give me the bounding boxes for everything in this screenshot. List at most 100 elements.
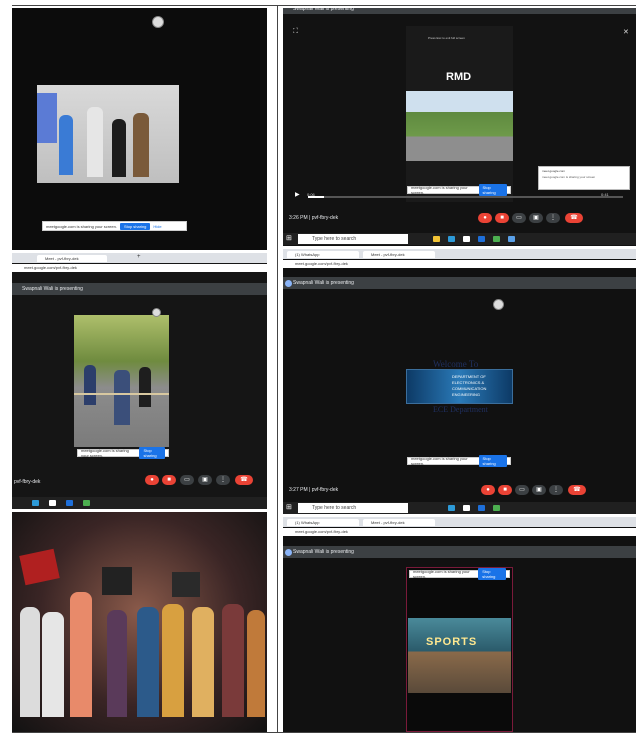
taskbar-search-input[interactable]: Type here to search [298,234,408,244]
panel-meet-welcome: (1) WhatsApp Meet - pvf-fbry-dek meet.go… [283,249,636,514]
captions-icon-4[interactable]: ▭ [515,485,529,495]
tab-meet-4[interactable]: Meet - pvf-fbry-dek [363,251,435,258]
end-call-icon-4[interactable]: ☎ [568,485,586,495]
mail-icon[interactable] [478,236,485,242]
stop-sharing-button[interactable]: Stop sharing [119,222,151,230]
mic-off-icon[interactable]: ● [478,213,492,223]
tab-meet-6[interactable]: Meet - pvf-fbry-dek [363,519,435,526]
sports-video-frame: meetgoogle.com is sharing your screen. S… [406,567,513,732]
stop-sharing-button-6[interactable]: Stop sharing [478,568,506,580]
meeting-code: pvf-fbry-dek [311,215,339,221]
file-explorer-icon[interactable] [433,236,440,242]
video-progress-bar[interactable] [308,196,623,198]
new-tab-icon[interactable]: + [137,254,141,260]
tab-whatsapp[interactable]: (1) WhatsApp [287,251,359,258]
more-options-icon[interactable]: ⋮ [546,213,560,223]
clip-time-left: 0:06 [307,192,315,197]
address-bar-4[interactable]: meet.google.com/pvf-fbry-dek [283,260,636,268]
more-options-icon-3[interactable]: ⋮ [216,475,230,485]
store-icon[interactable] [463,236,470,242]
store-icon-4[interactable] [463,505,470,511]
present-icon-3[interactable]: ▣ [198,475,212,485]
chrome-icon-4[interactable] [493,505,500,511]
meeting-code-4: pvf-fbry-dek [311,487,339,493]
store-icon-3[interactable] [49,500,56,506]
dept-line-2: ELECTRONICS & [452,380,485,385]
group-photo [37,85,179,183]
sports-sign: SPORTS [426,636,478,648]
dept-line-3: COMMUNICATION [452,386,487,391]
stop-sharing-button-3[interactable]: Stop sharing [139,447,165,459]
edge-icon[interactable] [448,236,455,242]
person-3 [112,119,126,177]
marvel-poster [19,548,60,586]
notification-title: meet.google.com [542,169,566,173]
panel-meet-tug-of-war: Meet - pvf-fbry-dek + meet.google.com/pv… [12,253,267,509]
poster-3 [172,572,200,597]
captions-icon-3[interactable]: ▭ [180,475,194,485]
browser-tabstrip-4: (1) WhatsApp Meet - pvf-fbry-dek [283,249,636,259]
captions-icon[interactable]: ▭ [512,213,526,223]
stop-sharing-button-2[interactable]: Stop sharing [478,184,507,196]
presenting-banner-6: Swapnali Wali is presenting [283,546,636,558]
mic-off-icon-4[interactable]: ● [481,485,495,495]
staff-5 [137,607,159,717]
staff-2 [42,612,64,717]
close-icon[interactable]: ✕ [623,28,629,36]
chrome-icon[interactable] [493,236,500,242]
video-overlay-text: RMD [446,71,472,83]
tab-whatsapp-6[interactable]: (1) WhatsApp [287,519,359,526]
edge-icon-4[interactable] [448,505,455,511]
dept-caption: ECE Department [433,405,488,414]
taskbar-search-input-4[interactable]: Type here to search [298,503,408,513]
presenting-banner-text-6: Swapnali Wali is presenting [293,549,354,555]
banner-backdrop [37,93,57,143]
video-frame: Press Esc to exit full screen RMD [406,26,513,202]
notification-toast: meet.google.com meet.google.com is shari… [538,166,630,190]
mail-icon-3[interactable] [66,500,73,506]
address-bar[interactable]: meet.google.com/pvf-fbry-dek [12,264,267,272]
tug-of-war-photo [74,315,169,447]
fullscreen-icon[interactable]: ⛶ [293,28,298,36]
windows-start-icon[interactable]: ⊞ [286,234,292,242]
camera-off-icon[interactable]: ■ [495,213,509,223]
tab-meet[interactable]: Meet - pvf-fbry-dek [37,255,107,262]
address-bar-6[interactable]: meet.google.com/pvf-fbry-dek [283,528,636,536]
sports-room-scene: SPORTS [408,618,511,693]
windows-start-icon-4[interactable]: ⊞ [286,503,292,511]
share-notice: meetgoogle.com is sharing your screen. S… [42,221,187,231]
welcome-heading: Welcome To [433,359,479,369]
present-icon-4[interactable]: ▣ [532,485,546,495]
meeting-time-4: 3:27 PM | pvf-fbry-dek [289,487,339,493]
taskbar: ⊞ Type here to search [283,233,636,245]
presenter-avatar-icon [285,280,292,287]
meeting-time: 3:26 PM | pvf-fbry-dek [289,215,339,221]
presenting-banner-text-4: Swapnali Wali is presenting [293,280,354,286]
staff-8 [222,604,244,717]
edge-icon-3[interactable] [32,500,39,506]
participant-a [84,365,96,405]
hide-button[interactable]: Hide [153,224,161,229]
road-scene [406,91,513,161]
mail-icon-4[interactable] [478,505,485,511]
camera-off-icon-3[interactable]: ■ [162,475,176,485]
top-border [12,5,636,6]
photos-icon[interactable] [508,236,515,242]
department-banner: DEPARTMENT OF ELECTRONICS & COMMUNICATIO… [406,369,513,404]
share-notice-3: meetgoogle.com is sharing your screen. S… [77,447,169,459]
mic-off-icon-3[interactable]: ● [145,475,159,485]
browser-tabstrip-6: (1) WhatsApp Meet - pvf-fbry-dek [283,517,636,527]
play-icon[interactable]: ▶ [295,191,300,198]
panel-meet-sports: (1) WhatsApp Meet - pvf-fbry-dek meet.go… [283,517,636,732]
more-options-icon-4[interactable]: ⋮ [549,485,563,495]
end-call-icon-3[interactable]: ☎ [235,475,253,485]
present-icon[interactable]: ▣ [529,213,543,223]
camera-off-icon-4[interactable]: ■ [498,485,512,495]
taskbar-4: ⊞ Type here to search [283,502,636,514]
chrome-icon-3[interactable] [83,500,90,506]
stop-sharing-button-4[interactable]: Stop sharing [478,455,507,467]
presenter-avatar-icon-6 [285,549,292,556]
presenting-banner: Swapnali Wali is presenting [283,8,636,14]
end-call-icon[interactable]: ☎ [565,213,583,223]
notification-body: meet.google.com is sharing your screen [542,175,596,179]
